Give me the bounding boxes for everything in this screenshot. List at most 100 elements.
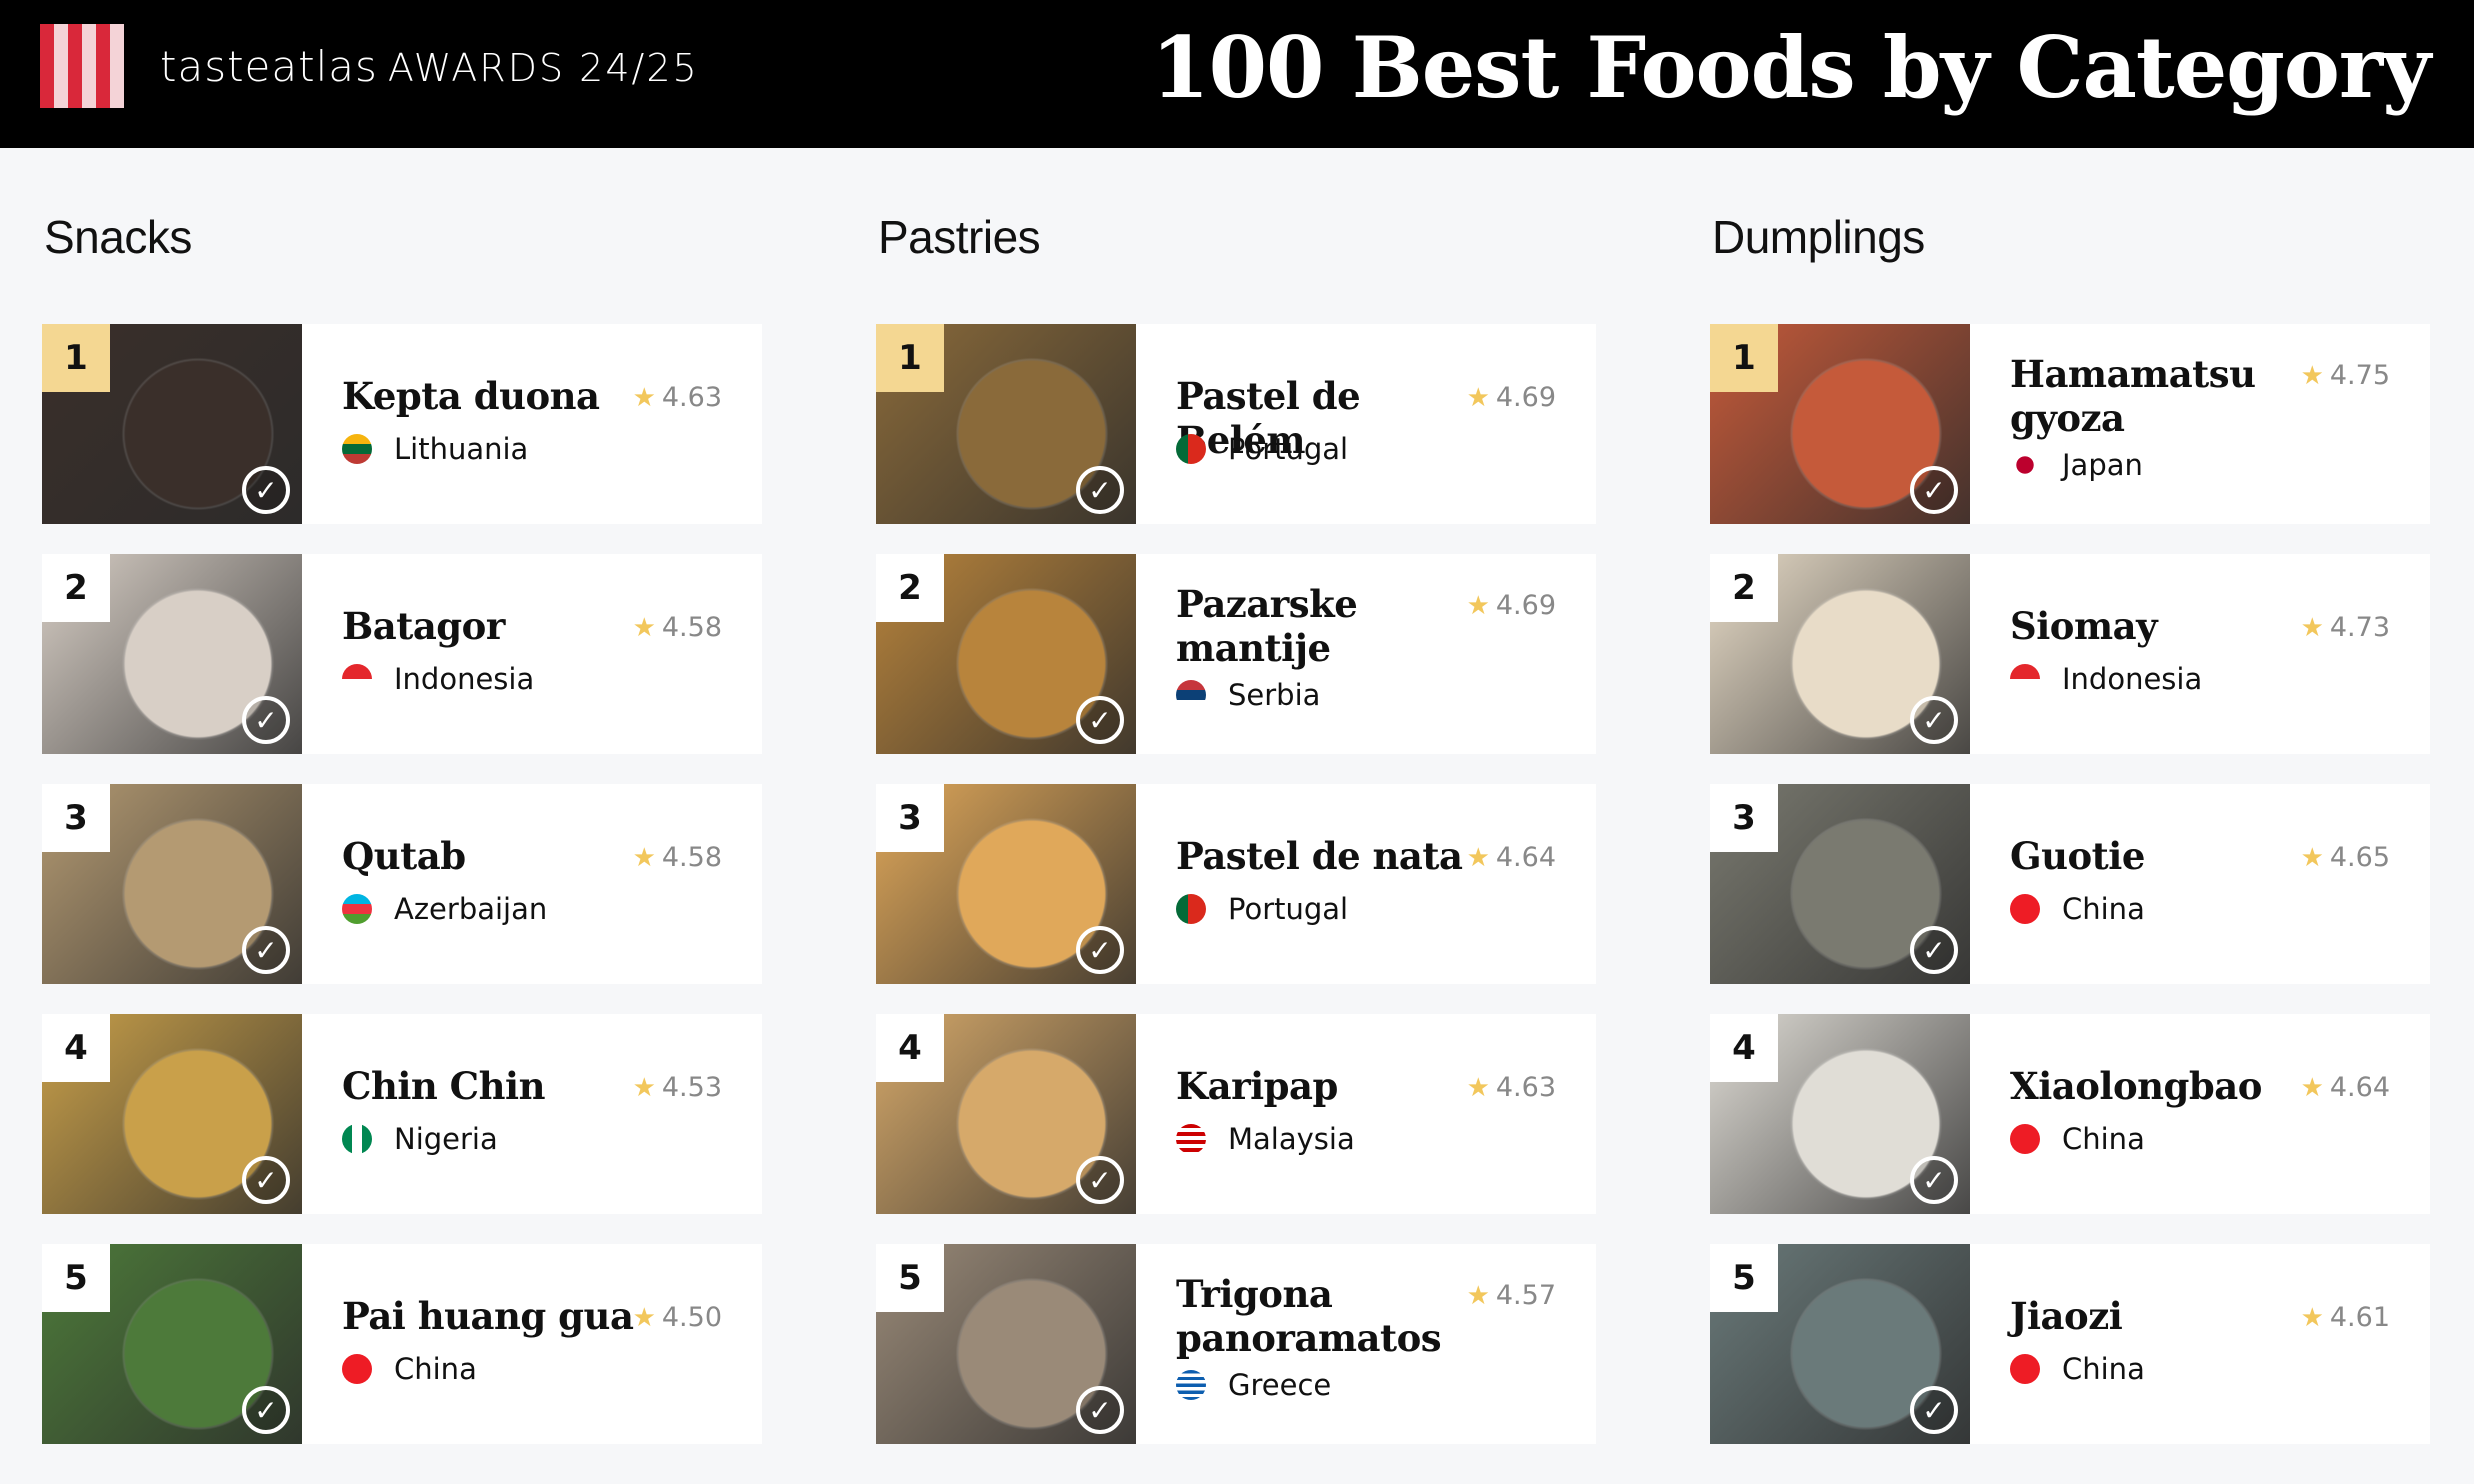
- food-name[interactable]: Xiaolongbao: [2010, 1064, 2310, 1108]
- star-icon: ★: [1466, 843, 1490, 873]
- food-card[interactable]: 2 ✓ Siomay ★ 4.73 Indonesia: [1710, 554, 2430, 754]
- country-name: Azerbaijan: [394, 892, 548, 926]
- food-photo[interactable]: 5 ✓: [1710, 1244, 1970, 1444]
- country[interactable]: Nigeria: [342, 1122, 498, 1156]
- food-name[interactable]: Trigona panoramatos: [1176, 1272, 1476, 1360]
- category-title[interactable]: Pastries: [878, 210, 1041, 264]
- food-photo[interactable]: 5 ✓: [42, 1244, 302, 1444]
- rank-badge: 4: [1710, 1014, 1778, 1082]
- country[interactable]: Portugal: [1176, 432, 1348, 466]
- china-flag-icon: [2010, 1354, 2040, 1384]
- food-name[interactable]: Hamamatsu gyoza: [2010, 352, 2310, 440]
- food-card[interactable]: 4 ✓ Karipap ★ 4.63 Malaysia: [876, 1014, 1596, 1214]
- checkmark-icon[interactable]: ✓: [242, 466, 290, 514]
- checkmark-icon[interactable]: ✓: [1076, 1156, 1124, 1204]
- food-name[interactable]: Jiaozi: [2010, 1294, 2310, 1338]
- star-icon: ★: [2300, 1073, 2324, 1103]
- rating-value: 4.64: [2329, 1072, 2390, 1103]
- food-photo[interactable]: 4 ✓: [876, 1014, 1136, 1214]
- brand-suffix: AWARDS 24/25: [387, 46, 699, 90]
- star-icon: ★: [632, 613, 656, 643]
- rank-badge: 5: [1710, 1244, 1778, 1312]
- food-photo[interactable]: 1 ✓: [1710, 324, 1970, 524]
- checkmark-icon[interactable]: ✓: [1910, 1156, 1958, 1204]
- food-photo[interactable]: 1 ✓: [876, 324, 1136, 524]
- food-name[interactable]: Batagor: [342, 604, 642, 648]
- country[interactable]: Japan: [2010, 448, 2143, 482]
- food-card[interactable]: 3 ✓ Qutab ★ 4.58 Azerbaijan: [42, 784, 762, 984]
- tasteatlas-logo-icon[interactable]: [40, 24, 124, 108]
- food-card[interactable]: 2 ✓ Batagor ★ 4.58 Indonesia: [42, 554, 762, 754]
- checkmark-icon[interactable]: ✓: [1076, 696, 1124, 744]
- food-name[interactable]: Qutab: [342, 834, 642, 878]
- food-photo[interactable]: 4 ✓: [42, 1014, 302, 1214]
- serbia-flag-icon: [1176, 680, 1206, 710]
- food-card[interactable]: 4 ✓ Chin Chin ★ 4.53 Nigeria: [42, 1014, 762, 1214]
- country[interactable]: Greece: [1176, 1368, 1331, 1402]
- country-name: Indonesia: [394, 662, 535, 696]
- food-photo[interactable]: 3 ✓: [42, 784, 302, 984]
- food-card[interactable]: 1 ✓ Hamamatsu gyoza ★ 4.75 Japan: [1710, 324, 2430, 524]
- country[interactable]: China: [2010, 1352, 2145, 1386]
- country[interactable]: Azerbaijan: [342, 892, 547, 926]
- country[interactable]: Serbia: [1176, 678, 1320, 712]
- country[interactable]: Indonesia: [2010, 662, 2202, 696]
- rank-badge: 5: [876, 1244, 944, 1312]
- food-photo[interactable]: 3 ✓: [876, 784, 1136, 984]
- food-photo[interactable]: 4 ✓: [1710, 1014, 1970, 1214]
- category-title[interactable]: Dumplings: [1712, 210, 1925, 264]
- food-card[interactable]: 3 ✓ Pastel de nata ★ 4.64 Portugal: [876, 784, 1596, 984]
- food-photo[interactable]: 3 ✓: [1710, 784, 1970, 984]
- food-card[interactable]: 4 ✓ Xiaolongbao ★ 4.64 China: [1710, 1014, 2430, 1214]
- checkmark-icon[interactable]: ✓: [1910, 466, 1958, 514]
- country[interactable]: Malaysia: [1176, 1122, 1355, 1156]
- country[interactable]: China: [342, 1352, 477, 1386]
- brand-name: tasteatlas: [160, 42, 378, 91]
- portugal-flag-icon: [1176, 894, 1206, 924]
- checkmark-icon[interactable]: ✓: [1910, 1386, 1958, 1434]
- food-card[interactable]: 1 ✓ Pastel de Belém ★ 4.69 Portugal: [876, 324, 1596, 524]
- checkmark-icon[interactable]: ✓: [242, 1386, 290, 1434]
- food-card[interactable]: 2 ✓ Pazarske mantije ★ 4.69 Serbia: [876, 554, 1596, 754]
- rank-badge: 1: [42, 324, 110, 392]
- food-name[interactable]: Kepta duona: [342, 374, 642, 418]
- country[interactable]: Portugal: [1176, 892, 1348, 926]
- checkmark-icon[interactable]: ✓: [1076, 1386, 1124, 1434]
- food-name[interactable]: Siomay: [2010, 604, 2310, 648]
- food-photo[interactable]: 2 ✓: [1710, 554, 1970, 754]
- checkmark-icon[interactable]: ✓: [242, 926, 290, 974]
- food-photo[interactable]: 2 ✓: [42, 554, 302, 754]
- checkmark-icon[interactable]: ✓: [242, 1156, 290, 1204]
- food-name[interactable]: Guotie: [2010, 834, 2310, 878]
- checkmark-icon[interactable]: ✓: [1910, 926, 1958, 974]
- country[interactable]: Lithuania: [342, 432, 528, 466]
- country[interactable]: China: [2010, 1122, 2145, 1156]
- food-name[interactable]: Pastel de nata: [1176, 834, 1476, 878]
- country[interactable]: China: [2010, 892, 2145, 926]
- rank-badge: 2: [876, 554, 944, 622]
- brand-wordmark[interactable]: tasteatlas AWARDS 24/25: [160, 42, 699, 91]
- food-card[interactable]: 5 ✓ Pai huang gua ★ 4.50 China: [42, 1244, 762, 1444]
- food-name[interactable]: Pai huang gua: [342, 1294, 642, 1338]
- food-photo[interactable]: 2 ✓: [876, 554, 1136, 754]
- food-card[interactable]: 1 ✓ Kepta duona ★ 4.63 Lithuania: [42, 324, 762, 524]
- rank-badge: 2: [1710, 554, 1778, 622]
- food-name[interactable]: Chin Chin: [342, 1064, 642, 1108]
- food-card[interactable]: 3 ✓ Guotie ★ 4.65 China: [1710, 784, 2430, 984]
- checkmark-icon[interactable]: ✓: [242, 696, 290, 744]
- checkmark-icon[interactable]: ✓: [1910, 696, 1958, 744]
- category-title[interactable]: Snacks: [44, 210, 192, 264]
- food-name[interactable]: Karipap: [1176, 1064, 1476, 1108]
- checkmark-icon[interactable]: ✓: [1076, 466, 1124, 514]
- food-card[interactable]: 5 ✓ Jiaozi ★ 4.61 China: [1710, 1244, 2430, 1444]
- food-name[interactable]: Pazarske mantije: [1176, 582, 1476, 670]
- rating-value: 4.57: [1495, 1280, 1556, 1311]
- country-name: Serbia: [1228, 678, 1321, 712]
- rating: ★ 4.58: [633, 612, 722, 643]
- country[interactable]: Indonesia: [342, 662, 534, 696]
- food-photo[interactable]: 1 ✓: [42, 324, 302, 524]
- checkmark-icon[interactable]: ✓: [1076, 926, 1124, 974]
- rating-value: 4.69: [1495, 382, 1556, 413]
- food-photo[interactable]: 5 ✓: [876, 1244, 1136, 1444]
- food-card[interactable]: 5 ✓ Trigona panoramatos ★ 4.57 Greece: [876, 1244, 1596, 1444]
